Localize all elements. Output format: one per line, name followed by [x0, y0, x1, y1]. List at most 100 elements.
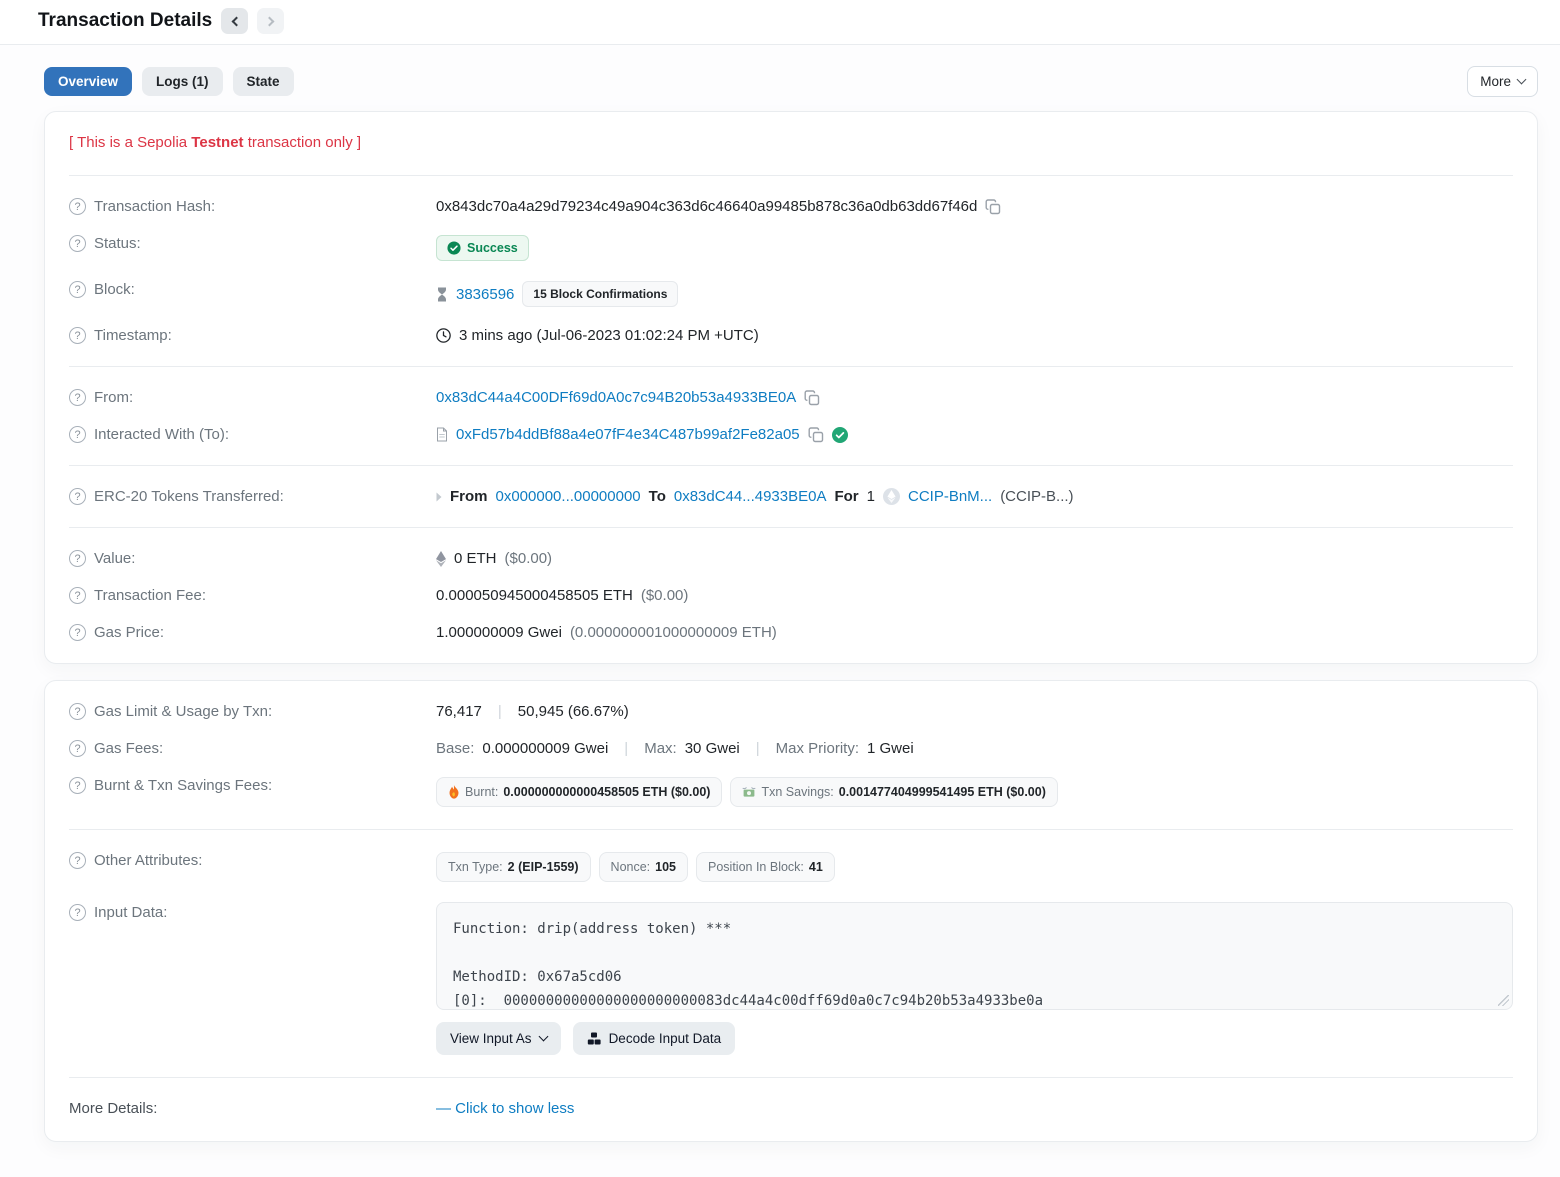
row-gas-price: ? Gas Price: 1.000000009 Gwei (0.0000000… — [45, 614, 1537, 651]
interacted-with-address-link[interactable]: 0xFd57b4ddBf88a4e07fF4e34C487b99af2Fe82a… — [456, 426, 800, 443]
nonce-label: Nonce: — [611, 860, 651, 874]
next-transaction-button[interactable] — [257, 8, 284, 34]
gas-max-label: Max: — [644, 740, 677, 757]
question-circle-icon[interactable]: ? — [69, 198, 86, 215]
decode-input-data-button[interactable]: Decode Input Data — [573, 1022, 736, 1055]
question-circle-icon[interactable]: ? — [69, 740, 86, 757]
page-header: Transaction Details — [0, 0, 1560, 44]
separator — [490, 703, 510, 720]
testnet-warning: [ This is a Sepolia Testnet transaction … — [45, 112, 1537, 167]
from-address-link[interactable]: 0x83dC44a4C00DFf69d0A0c7c94B20b53a4933BE… — [436, 389, 796, 406]
copy-icon[interactable] — [808, 427, 824, 443]
gas-base-value: 0.000000009 Gwei — [482, 740, 608, 757]
view-input-as-label: View Input As — [450, 1031, 532, 1046]
gas-usage-value: 50,945 (66.67%) — [518, 703, 629, 720]
block-confirmations-badge: 15 Block Confirmations — [522, 281, 678, 307]
txn-type-value: 2 (EIP-1559) — [508, 860, 579, 874]
separator — [748, 740, 768, 757]
divider — [69, 527, 1513, 528]
question-circle-icon[interactable]: ? — [69, 327, 86, 344]
row-from: ? From: 0x83dC44a4C00DFf69d0A0c7c94B20b5… — [45, 379, 1537, 416]
transaction-fee-usd: ($0.00) — [641, 587, 689, 604]
label-text: Transaction Fee: — [94, 587, 206, 604]
tabs: Overview Logs (1) State — [44, 67, 1467, 96]
block-number-link[interactable]: 3836596 — [456, 286, 514, 303]
tab-bar: Overview Logs (1) State More — [0, 45, 1560, 111]
position-in-block-badge: Position In Block: 41 — [696, 852, 835, 882]
row-gas-limit-usage: ? Gas Limit & Usage by Txn: 76,417 50,94… — [45, 693, 1537, 730]
transfer-for-word: For — [834, 488, 858, 505]
question-circle-icon[interactable]: ? — [69, 852, 86, 869]
question-circle-icon[interactable]: ? — [69, 550, 86, 567]
from-label: ? From: — [69, 389, 436, 406]
burnt-label: Burnt: — [465, 785, 498, 799]
copy-icon[interactable] — [804, 390, 820, 406]
row-other-attributes: ? Other Attributes: Txn Type: 2 (EIP-155… — [45, 842, 1537, 892]
resize-grip[interactable] — [1498, 995, 1509, 1006]
transaction-hash-label: ? Transaction Hash: — [69, 198, 436, 215]
label-text: Input Data: — [94, 904, 167, 921]
row-timestamp: ? Timestamp: 3 mins ago (Jul-06-2023 01:… — [45, 317, 1537, 354]
label-text: Timestamp: — [94, 327, 172, 344]
transfer-from-address-link[interactable]: 0x000000...00000000 — [496, 488, 641, 505]
more-label: More — [1480, 74, 1511, 89]
burnt-savings-label: ? Burnt & Txn Savings Fees: — [69, 777, 436, 794]
row-input-data: ? Input Data: Function: drip(address tok… — [45, 892, 1537, 1065]
gas-max-priority-value: 1 Gwei — [867, 740, 914, 757]
question-circle-icon[interactable]: ? — [69, 389, 86, 406]
question-circle-icon[interactable]: ? — [69, 777, 86, 794]
token-name-link[interactable]: CCIP-BnM... — [908, 488, 992, 505]
row-transaction-fee: ? Transaction Fee: 0.000050945000458505 … — [45, 577, 1537, 614]
label-text: Gas Limit & Usage by Txn: — [94, 703, 272, 720]
gas-base-label: Base: — [436, 740, 474, 757]
row-erc20-transfers: ? ERC-20 Tokens Transferred: From 0x0000… — [45, 478, 1537, 515]
divider — [69, 1077, 1513, 1078]
show-less-toggle-link[interactable]: — Click to show less — [436, 1100, 574, 1117]
divider — [69, 366, 1513, 367]
timestamp-label: ? Timestamp: — [69, 327, 436, 344]
question-circle-icon[interactable]: ? — [69, 426, 86, 443]
transfer-to-address-link[interactable]: 0x83dC44...4933BE0A — [674, 488, 827, 505]
gas-price-label: ? Gas Price: — [69, 624, 436, 641]
transfer-amount: 1 — [867, 488, 875, 505]
tab-overview[interactable]: Overview — [44, 67, 132, 96]
question-circle-icon[interactable]: ? — [69, 281, 86, 298]
transfer-from-word: From — [450, 488, 488, 505]
gas-max-value: 30 Gwei — [685, 740, 740, 757]
row-gas-fees: ? Gas Fees: Base: 0.000000009 Gwei Max: … — [45, 730, 1537, 767]
clock-icon — [436, 328, 451, 343]
gas-max-priority-label: Max Priority: — [776, 740, 859, 757]
money-wings-icon — [742, 786, 756, 799]
nonce-badge: Nonce: 105 — [599, 852, 688, 882]
timestamp-value: 3 mins ago (Jul-06-2023 01:02:24 PM +UTC… — [459, 327, 759, 344]
view-input-as-button[interactable]: View Input As — [436, 1022, 561, 1055]
flame-icon — [448, 785, 460, 799]
status-badge: Success — [436, 235, 529, 261]
question-circle-icon[interactable]: ? — [69, 587, 86, 604]
copy-icon[interactable] — [985, 199, 1001, 215]
question-circle-icon[interactable]: ? — [69, 488, 86, 505]
status-label: ? Status: — [69, 235, 436, 252]
question-circle-icon[interactable]: ? — [69, 624, 86, 641]
details-card: ? Gas Limit & Usage by Txn: 76,417 50,94… — [44, 680, 1538, 1142]
row-more-details: More Details: — Click to show less — [45, 1090, 1537, 1127]
gas-price-eth: (0.000000001000000009 ETH) — [570, 624, 777, 641]
triangle-right-icon — [436, 492, 442, 502]
more-dropdown-button[interactable]: More — [1467, 66, 1538, 97]
row-status: ? Status: Success — [45, 225, 1537, 271]
tab-state[interactable]: State — [233, 67, 294, 96]
question-circle-icon[interactable]: ? — [69, 703, 86, 720]
position-label: Position In Block: — [708, 860, 804, 874]
divider — [69, 829, 1513, 830]
check-circle-icon — [447, 241, 461, 255]
previous-transaction-button[interactable] — [221, 8, 248, 34]
question-circle-icon[interactable]: ? — [69, 235, 86, 252]
blocks-icon — [587, 1032, 601, 1046]
interacted-with-label: ? Interacted With (To): — [69, 426, 436, 443]
row-transaction-hash: ? Transaction Hash: 0x843dc70a4a29d79234… — [45, 188, 1537, 225]
question-circle-icon[interactable]: ? — [69, 904, 86, 921]
tab-logs[interactable]: Logs (1) — [142, 67, 223, 96]
divider — [69, 175, 1513, 176]
input-data-textarea[interactable]: Function: drip(address token) *** Method… — [436, 902, 1513, 1010]
txn-savings-label: Txn Savings: — [761, 785, 833, 799]
